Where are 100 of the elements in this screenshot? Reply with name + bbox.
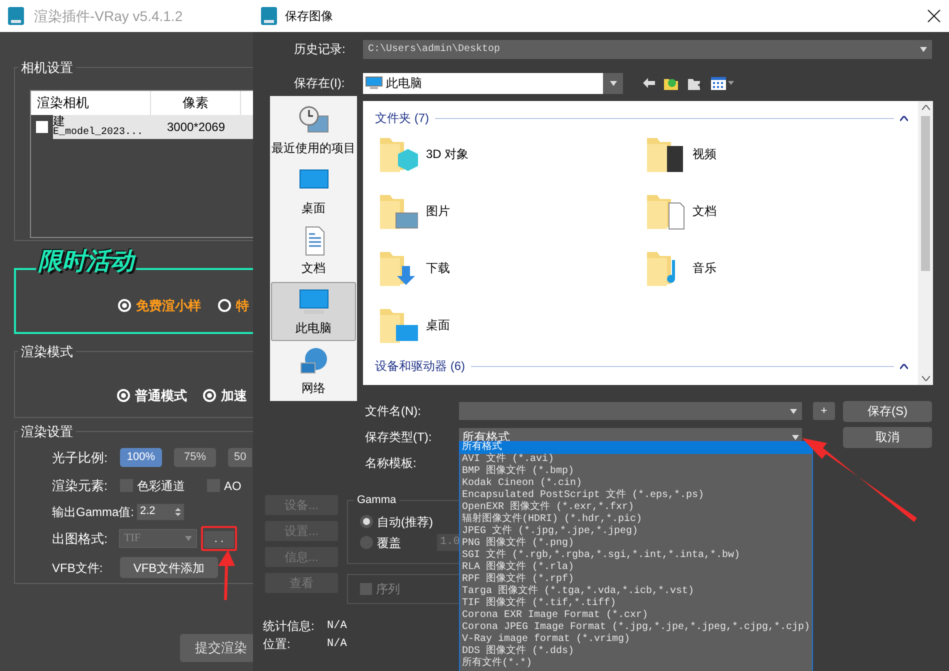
checkbox[interactable] [360,583,372,595]
dropdown-option[interactable]: TIF 图像文件 (*.tif,*.tiff) [460,598,812,610]
dropdown-option[interactable]: DDS 图像文件 (*.dds) [460,646,812,658]
submit-render-button[interactable]: 提交渲染 [180,634,253,662]
field-label: 文件名(N): [365,403,422,420]
group-header[interactable]: 设备和驱动器 (6) [375,357,465,375]
ratio-button[interactable]: 75% [174,448,216,467]
dropdown-option[interactable]: SGI 文件 (*.rgb,*.rgba,*.sgi,*.int,*.inta,*.bw) [460,550,812,562]
folder-item[interactable]: 3D 对象 [375,134,642,174]
promo-title: 限时活动 [36,248,136,276]
group-title: 渲染设置 [20,423,74,441]
mode-option[interactable]: 加速 [203,386,247,405]
place-item[interactable]: 此电脑 [271,282,356,341]
field-label: 名称模板: [365,455,416,472]
place-item[interactable]: 桌面 [271,162,356,221]
caret-icon [185,536,192,541]
field-label: 输出Gamma值: [52,504,136,520]
collapse-icon[interactable] [900,364,908,368]
radio-label: 免费渲小样 [136,297,201,315]
dialog-title: 保存图像 [285,8,333,25]
checkbox[interactable] [36,120,48,132]
computer-icon [365,76,383,90]
dropdown-option[interactable]: Encapsulated PostScript 文件 (*.eps,*.ps) [460,490,812,502]
add-button[interactable]: + [813,402,835,420]
dropdown-option[interactable]: 所有格式 [460,442,812,454]
stat-label: 位置: [263,636,292,653]
window-title: 渲染插件-VRay v5.4.1.2 [34,6,183,26]
back-arrow-icon[interactable] [643,78,655,88]
dropdown-option[interactable]: 所有文件(*.*) [460,658,812,670]
dropdown-option[interactable]: Kodak Cineon (*.cin) [460,478,812,490]
place-item[interactable]: 网络 [271,342,356,401]
table-cell-text: 3000*2069 [166,118,226,136]
group-header[interactable]: 文件夹 (7) [375,109,429,127]
radio-label: 加速 [221,386,247,404]
dropdown-option[interactable]: OpenEXR 图像文件 (*.exr,*.fxr) [460,502,812,514]
field-label: 历史记录: [293,41,346,58]
dropdown-option[interactable]: Corona EXR Image Format (*.cxr) [460,610,812,622]
place-item[interactable]: 最近使用的项目 [271,102,356,161]
caret-icon [790,408,797,414]
mode-option[interactable]: 普通模式 [117,386,187,405]
checkbox-label: AO [224,478,242,494]
promo-option[interactable]: 免费渲小样 [118,296,201,316]
dropdown-option[interactable]: V-Ray image format (*.vrimg) [460,634,812,646]
folder-item[interactable]: 下载 [375,248,642,288]
file-name-field[interactable] [459,402,802,420]
vfb-add-button[interactable]: VFB文件添加 [120,557,218,578]
radio-label: 覆盖 [377,534,401,552]
scroll-down-icon[interactable] [922,376,930,381]
dropdown-option[interactable]: Targa 图像文件 (*.tga,*.vda,*.icb,*.vst) [460,586,812,598]
folder-item[interactable]: 音乐 [642,248,908,288]
radio-button[interactable] [203,388,216,402]
checkbox-label: 色彩通道 [137,478,185,494]
radio-button[interactable] [118,299,131,312]
grid-view-icon [711,76,726,90]
radio-label: 普通模式 [135,386,187,404]
group-title: Gamma [356,493,398,508]
stat-value: N/A [327,636,347,652]
promo-option[interactable]: 特 [218,296,249,316]
place-item[interactable]: 文档 [271,222,356,281]
field-label: 保存类型(T): [365,429,433,446]
folder-item[interactable]: 视频 [642,134,908,174]
checkbox-label: 序列 [376,581,400,598]
collapse-icon[interactable] [900,116,908,120]
field-label: 保存在(I): [293,75,346,92]
ratio-button[interactable]: 100% [120,448,162,467]
gamma-spinner[interactable]: 2.2 [137,504,184,520]
dropdown-option[interactable]: AVI 文件 (*.avi) [460,454,812,466]
caret-icon [920,46,927,52]
caret-icon [728,81,734,85]
stat-value: N/A [327,618,347,634]
globe-icon [298,346,330,376]
camera-file: E_model_2023... [53,126,144,138]
scroll-up-icon[interactable] [922,105,930,110]
view-menu-button[interactable] [711,76,734,90]
radio-button[interactable] [360,536,373,549]
dropdown-option[interactable]: RLA 图像文件 (*.rla) [460,562,812,574]
app-icon [8,7,24,25]
ratio-button[interactable]: 50 [228,448,252,467]
app-icon [261,7,277,25]
folder-item[interactable]: 桌面 [375,305,642,345]
radio-button[interactable] [218,299,231,312]
close-icon[interactable] [927,9,941,23]
folder-item[interactable]: 文档 [642,191,908,231]
cancel-button[interactable]: 取消 [843,426,932,448]
camera-name: 建 [53,116,65,126]
dropdown-option[interactable]: 辐射图像文件(HDRI) (*.hdr,*.pic) [460,514,812,526]
field-label: VFB文件: [52,560,104,576]
dropdown-option[interactable]: Corona JPEG Image Format (*.jpg,*.jpe,*.jpeg,*.cjpg,*.cjp) [460,622,812,634]
radio-button[interactable] [117,388,130,402]
spinner-arrows-icon [175,506,181,516]
radio-label: 自动(推荐) [377,514,433,530]
dropdown-option[interactable]: RPF 图像文件 (*.rpf) [460,574,812,586]
folder-item[interactable]: 图片 [375,191,642,231]
radio-button[interactable] [360,515,373,528]
history-combobox[interactable]: C:\Users\admin\Desktop [363,40,932,58]
scrollbar[interactable] [918,101,933,385]
dropdown-option[interactable]: BMP 图像文件 (*.bmp) [460,466,812,478]
group-title: 相机设置 [20,59,74,77]
save-button[interactable]: 保存(S) [843,400,932,422]
field-label: 渲染元素: [52,476,109,495]
